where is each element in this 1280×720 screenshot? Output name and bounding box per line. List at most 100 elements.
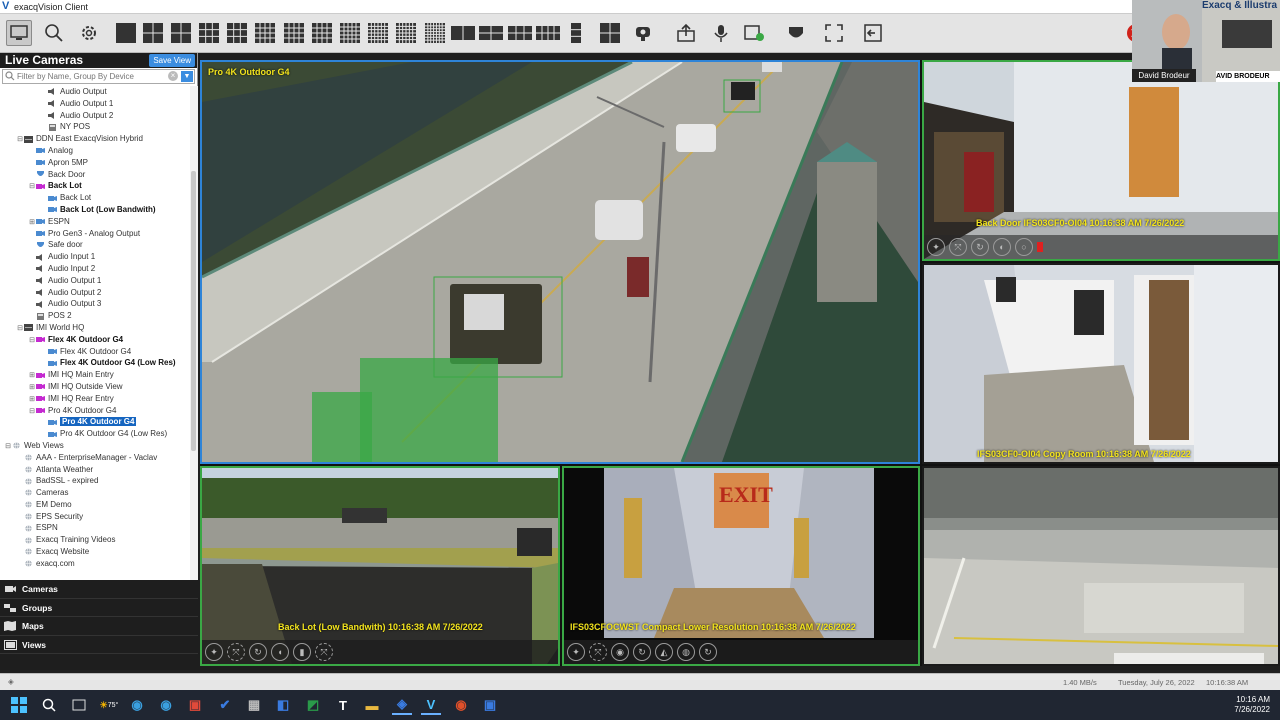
exit-panel-icon[interactable] — [860, 20, 886, 46]
tree-item[interactable]: Cameras — [0, 487, 190, 499]
tree-item[interactable]: Back Door — [0, 169, 190, 181]
tree-item[interactable]: Exacq Training Videos — [0, 534, 190, 546]
tree-item[interactable]: Apron 5MP — [0, 157, 190, 169]
typora-icon[interactable]: T — [333, 695, 353, 715]
tree-item[interactable]: NY POS — [0, 121, 190, 133]
refresh-icon[interactable]: ↻ — [699, 643, 717, 661]
tree-item[interactable]: Audio Output 3 — [0, 298, 190, 310]
layout-1x1-icon[interactable] — [113, 20, 139, 46]
tree-item[interactable]: EM Demo — [0, 499, 190, 511]
layout-6x6-icon[interactable] — [365, 20, 391, 46]
filter-input[interactable] — [3, 70, 163, 83]
taskbar-search-icon[interactable] — [39, 695, 59, 715]
exacq-client-taskbar-icon[interactable]: V — [421, 695, 441, 715]
edge-icon[interactable]: ◉ — [127, 695, 147, 715]
clear-filter-icon[interactable]: × — [168, 71, 178, 81]
monitor-icon[interactable] — [6, 20, 32, 46]
alarm-icon[interactable] — [741, 20, 767, 46]
ptz-icon[interactable]: ✦ — [567, 643, 585, 661]
layout-quad-menu-icon[interactable] — [597, 20, 623, 46]
filter-dropdown-icon[interactable]: ▼ — [181, 71, 193, 82]
nav-maps[interactable]: Maps — [0, 617, 198, 636]
layout-2x2-icon[interactable] — [140, 20, 166, 46]
microphone-icon[interactable] — [708, 20, 734, 46]
tree-item[interactable]: Back Lot — [0, 192, 190, 204]
edge-dev-icon[interactable]: ◉ — [156, 695, 176, 715]
tree-item[interactable]: Audio Input 2 — [0, 263, 190, 275]
task-view-icon[interactable] — [69, 695, 89, 715]
tree-item[interactable]: EPS Security — [0, 511, 190, 523]
outlook-icon[interactable]: ◧ — [273, 695, 293, 715]
dewarp-icon[interactable]: ◉ — [611, 643, 629, 661]
taskbar-clock[interactable]: 10:16 AM 7/26/2022 — [1234, 695, 1270, 715]
video-pane-lot-overview[interactable] — [922, 466, 1280, 666]
snapshot-icon[interactable]: ○ — [1015, 238, 1033, 256]
tree-item[interactable]: Pro Gen3 - Analog Output — [0, 228, 190, 240]
fullscreen-icon[interactable] — [821, 20, 847, 46]
tree-item[interactable]: ⊞ ESPN — [0, 216, 190, 228]
video-pane-back-lot[interactable]: Back Lot (Low Bandwith) 10:16:38 AM 7/26… — [200, 466, 560, 666]
todo-icon[interactable]: ✔ — [215, 695, 235, 715]
layout-4x4-icon[interactable] — [281, 20, 307, 46]
layout-1-5-icon[interactable] — [196, 20, 222, 46]
excel-icon[interactable]: ◩ — [303, 695, 323, 715]
layout-wide-2-icon[interactable] — [450, 20, 476, 46]
ptz-icon[interactable]: ✦ — [205, 643, 223, 661]
layout-3x3-icon[interactable] — [224, 20, 250, 46]
nav-groups[interactable]: Groups — [0, 599, 198, 617]
tree-item[interactable]: ⊟ Back Lot — [0, 180, 190, 192]
layout-8x8-icon[interactable] — [422, 20, 448, 46]
microphone-icon[interactable]: ▮ — [293, 643, 311, 661]
shield-icon[interactable] — [783, 20, 809, 46]
nav-cameras[interactable]: Cameras — [0, 580, 198, 599]
video-pane-main[interactable]: Pro 4K Outdoor G4 — [200, 60, 920, 464]
zoom-meeting-icon[interactable]: ▣ — [480, 695, 500, 715]
tree-item[interactable]: Safe door — [0, 239, 190, 251]
nav-views[interactable]: Views — [0, 636, 198, 654]
tree-item[interactable]: BadSSL - expired — [0, 475, 190, 487]
tree-item[interactable]: Audio Output 2 — [0, 287, 190, 299]
layout-tall-icon[interactable] — [563, 20, 589, 46]
audio-icon[interactable]: ◐ — [993, 238, 1011, 256]
tree-item[interactable]: Audio Output — [0, 86, 190, 98]
app-grid-icon[interactable]: ▦ — [244, 695, 264, 715]
tree-item[interactable]: Flex 4K Outdoor G4 — [0, 346, 190, 358]
tree-item[interactable]: Audio Output 1 — [0, 98, 190, 110]
tree-item[interactable]: Pro 4K Outdoor G4 — [0, 416, 190, 428]
tree-item[interactable]: POS 2 — [0, 310, 190, 322]
layout-7x7-icon[interactable] — [393, 20, 419, 46]
tree-item[interactable]: ⊟ Web Views — [0, 440, 190, 452]
audio-icon[interactable]: ◖ — [271, 643, 289, 661]
tree-item[interactable]: Audio Input 1 — [0, 251, 190, 263]
digital-zoom-icon[interactable]: ⤧ — [227, 643, 245, 661]
tree-item[interactable]: Back Lot (Low Bandwith) — [0, 204, 190, 216]
tree-item[interactable]: Exacq Website — [0, 546, 190, 558]
camera-joystick-icon[interactable] — [630, 20, 656, 46]
layout-wide-4-icon[interactable] — [478, 20, 504, 46]
file-explorer-icon[interactable]: ▬ — [362, 695, 382, 715]
tree-item[interactable]: Atlanta Weather — [0, 464, 190, 476]
video-pane-compact[interactable]: EXIT IFS03CFOCWST Compact Lower Resoluti… — [562, 466, 920, 666]
start-button-icon[interactable] — [9, 695, 29, 715]
layout-5x5-icon[interactable] — [337, 20, 363, 46]
tree-item[interactable]: AAA - EnterpriseManager - Vaclav — [0, 452, 190, 464]
search-icon[interactable] — [41, 20, 67, 46]
gear-icon[interactable] — [76, 20, 102, 46]
layout-wide-8-icon[interactable] — [535, 20, 561, 46]
tree-item[interactable]: Pro 4K Outdoor G4 (Low Res) — [0, 428, 190, 440]
ptz-icon[interactable]: ✦ — [927, 238, 945, 256]
tree-item[interactable]: ⊟ DDN East ExacqVision Hybrid — [0, 133, 190, 145]
snip-tool-icon[interactable]: ▣ — [185, 695, 205, 715]
playback-icon[interactable]: ↻ — [971, 238, 989, 256]
tree-item[interactable]: Audio Output 2 — [0, 110, 190, 122]
tree-item[interactable]: ⊟ IMI World HQ — [0, 322, 190, 334]
tree-item[interactable]: Flex 4K Outdoor G4 (Low Res) — [0, 357, 190, 369]
save-view-button[interactable]: Save View — [149, 54, 195, 67]
video-pane-back-door[interactable]: Back Door IFS03CF0-OI04 10:16:38 AM 7/26… — [922, 60, 1280, 261]
network-app-icon[interactable]: ◈ — [392, 695, 412, 715]
alarm-icon[interactable]: ◭ — [655, 643, 673, 661]
video-pane-copy-room[interactable]: IFS03CF0-OI04 Copy Room 10:16:38 AM 7/26… — [922, 263, 1280, 464]
tree-item[interactable]: Analog — [0, 145, 190, 157]
tree-item[interactable]: ⊞ IMI HQ Outside View — [0, 381, 190, 393]
weather-widget[interactable]: ☀ 75° — [97, 695, 121, 715]
